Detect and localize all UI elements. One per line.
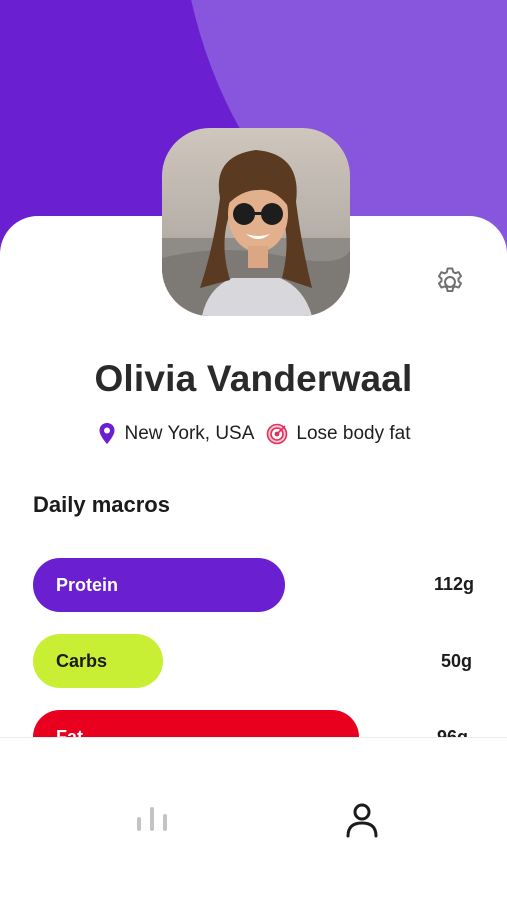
gear-icon [437, 267, 463, 293]
stats-icon [137, 807, 167, 831]
carbs-value: 50g [441, 651, 473, 671]
goal-item: Lose body fat [266, 423, 411, 445]
profile-icon [346, 803, 378, 838]
avatar-photo [162, 150, 350, 316]
avatar [162, 128, 350, 316]
goal-text: Lose body fat [296, 423, 411, 444]
settings-button[interactable] [432, 264, 468, 300]
location-pin-icon [99, 423, 114, 444]
nav-stats-button[interactable] [122, 788, 182, 848]
protein-bar: Protein [33, 558, 285, 612]
location-text: New York, USA [124, 423, 255, 444]
profile-meta: New York, USA Lose body fat [0, 420, 507, 448]
target-icon [267, 423, 288, 445]
carbs-label: Carbs [56, 650, 108, 671]
bottom-navigation [0, 737, 507, 901]
nav-profile-button[interactable] [332, 790, 392, 850]
carbs-bar: Carbs [33, 634, 163, 688]
protein-label: Protein [56, 574, 119, 595]
profile-name: Olivia Vanderwaal [94, 358, 413, 399]
location-item: New York, USA [97, 422, 255, 446]
protein-value: 112g [434, 574, 475, 594]
daily-macros-title: Daily macros [33, 492, 170, 517]
